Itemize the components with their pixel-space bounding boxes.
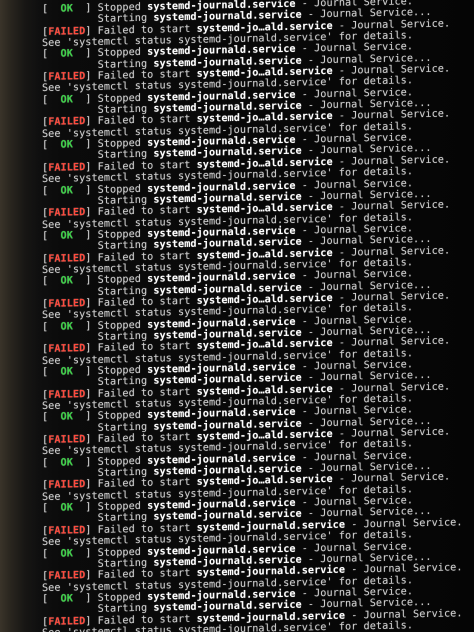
status-ok: OK (48, 411, 86, 424)
log-verb: Starting (97, 512, 148, 525)
status-failed: FAILED (48, 161, 86, 174)
log-verb: Stopped (97, 274, 141, 287)
log-verb: Starting (97, 13, 148, 26)
status-failed: FAILED (48, 434, 86, 446)
log-verb: Stopped (97, 410, 141, 423)
unit-description: - Journal Service. (332, 245, 451, 259)
boot-console: [ OK ] Stopped systemd-journald.service … (42, 0, 472, 632)
unit-description: - Journal Service. (332, 471, 451, 486)
status-failed: FAILED (48, 207, 86, 220)
status-ok: OK (48, 366, 86, 378)
status-failed: FAILED (48, 343, 86, 356)
status-failed: FAILED (48, 570, 86, 583)
status-ok: OK (48, 93, 86, 106)
log-verb: Stopped (97, 92, 141, 105)
log-verb: Stopped (97, 591, 141, 604)
status-ok: OK (48, 592, 86, 605)
log-verb: Starting (97, 240, 148, 253)
status-ok: OK (48, 184, 86, 197)
unit-description: - Journal Service. (332, 335, 451, 350)
log-verb: Starting (97, 421, 148, 434)
status-failed: FAILED (48, 298, 86, 310)
status-ok: OK (48, 547, 86, 560)
log-verb: Stopped (97, 546, 141, 559)
status-ok: OK (48, 275, 86, 288)
status-failed: FAILED (48, 116, 86, 129)
log-verb: Stopped (97, 47, 141, 60)
unit-description: - Journal Service. (332, 108, 451, 123)
log-verb: Starting (97, 285, 148, 298)
status-ok: OK (48, 320, 86, 333)
status-failed: FAILED (48, 524, 86, 537)
monitor-bezel (0, 0, 38, 632)
unit-description: - Journal Service. (345, 562, 463, 576)
log-verb: Starting (97, 194, 148, 207)
status-failed: FAILED (48, 71, 86, 83)
unit-description: - Journal Service. (332, 199, 451, 214)
unit-description: - Journal Service. (332, 18, 451, 32)
status-ok: OK (48, 229, 86, 242)
photo-frame: [ OK ] Stopped systemd-journald.service … (0, 0, 474, 632)
log-verb: Stopped (97, 183, 141, 196)
log-verb: Stopped (97, 455, 141, 468)
status-ok: OK (48, 48, 86, 61)
status-failed: FAILED (48, 479, 86, 492)
unit-description: - Journal Service. (345, 607, 463, 622)
status-ok: OK (48, 3, 86, 15)
log-verb: Starting (97, 376, 148, 389)
log-verb: Starting (97, 603, 148, 616)
log-verb: Starting (97, 557, 148, 570)
status-ok: OK (48, 456, 86, 469)
log-verb: Starting (97, 58, 148, 71)
status-failed: FAILED (48, 25, 86, 38)
status-failed: FAILED (48, 615, 86, 628)
log-verb: Stopped (97, 319, 141, 332)
status-failed: FAILED (48, 252, 86, 265)
log-verb: Starting (97, 149, 148, 162)
status-failed: FAILED (48, 388, 86, 401)
log-verb: Stopped (97, 228, 141, 241)
unit-description: - Journal Service. (332, 381, 451, 395)
